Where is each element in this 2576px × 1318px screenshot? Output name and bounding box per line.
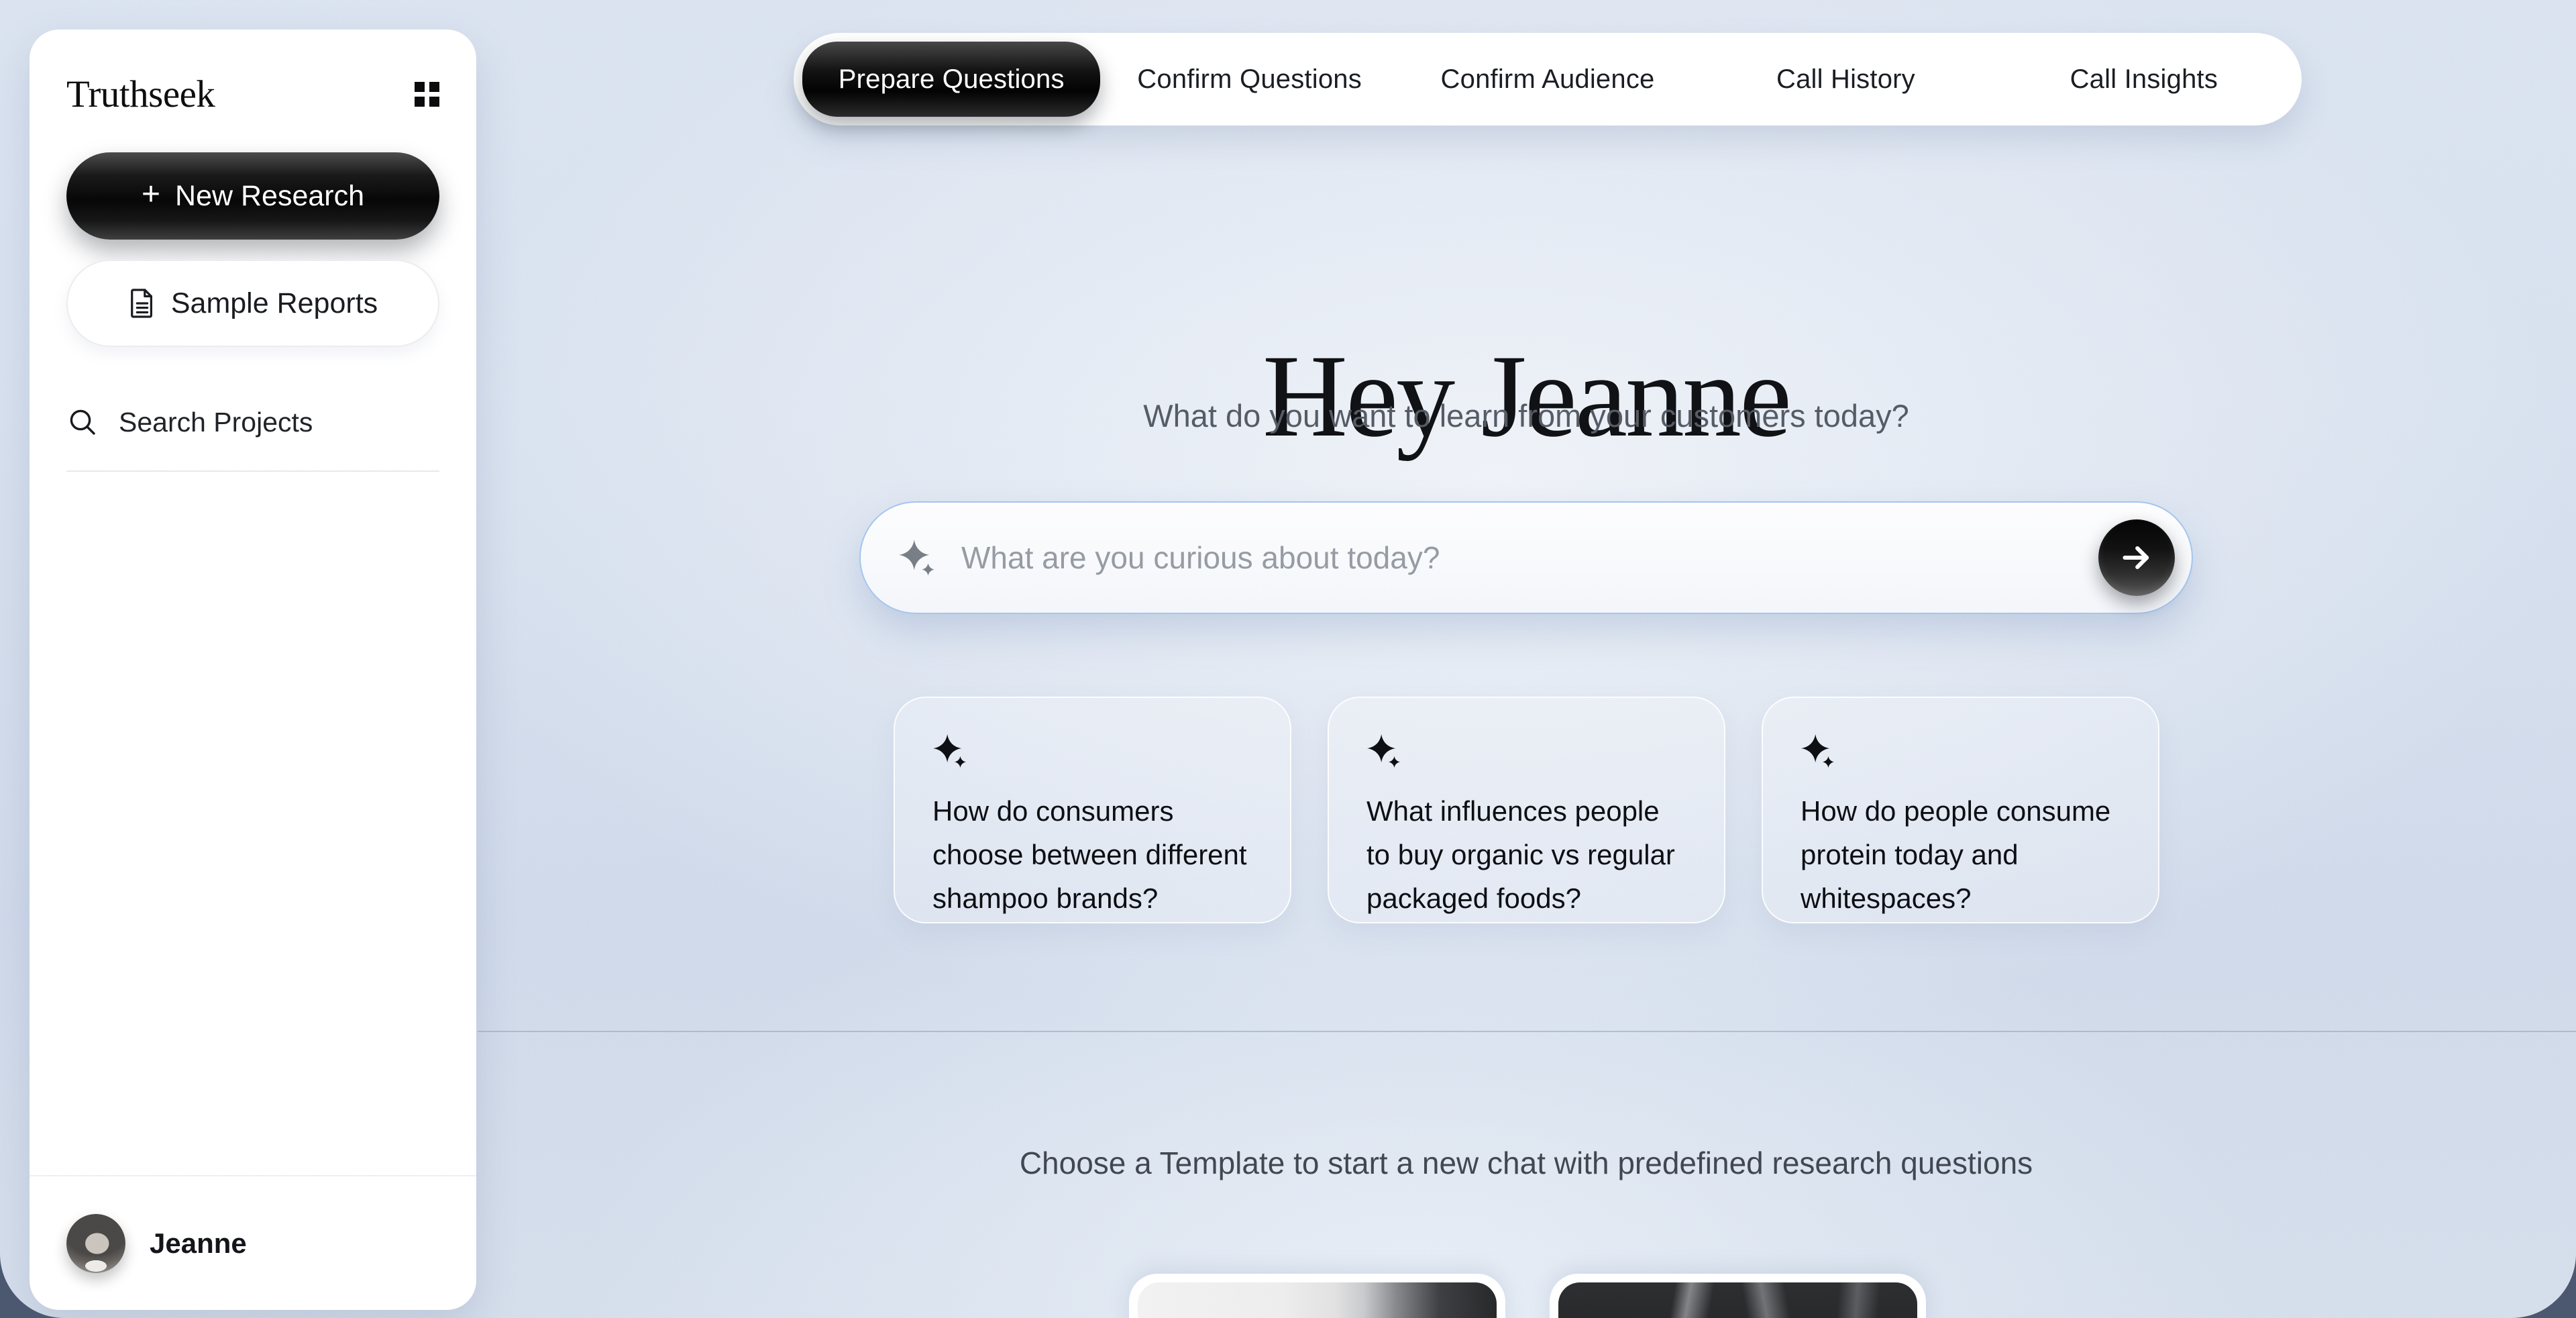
user-profile[interactable]: Jeanne: [30, 1175, 476, 1310]
grid-menu-icon[interactable]: [415, 82, 439, 107]
sample-reports-label: Sample Reports: [171, 287, 378, 320]
section-divider: [478, 1031, 2576, 1032]
suggestion-cards: How do consumers choose between differen…: [894, 697, 2159, 923]
app-canvas: Truthseek + New Research Sample Reports: [0, 0, 2576, 1318]
grid-dot: [429, 97, 439, 107]
sparkle-icon: [1801, 733, 1837, 769]
sidebar: Truthseek + New Research Sample Reports: [30, 30, 476, 1310]
search-projects-label: Search Projects: [119, 407, 313, 438]
user-name: Jeanne: [150, 1227, 247, 1260]
sparkle-icon: [932, 733, 969, 769]
app-logo: Truthseek: [66, 72, 215, 116]
template-image-shopper: [1138, 1282, 1497, 1318]
search-projects[interactable]: Search Projects: [66, 406, 439, 438]
submit-question-button[interactable]: [2098, 519, 2175, 596]
suggestion-text: How do consumers choose between differen…: [932, 789, 1252, 920]
template-card-2[interactable]: [1550, 1274, 1926, 1318]
sample-reports-button[interactable]: Sample Reports: [66, 260, 439, 347]
main-area: Hey Jeanne What do you want to learn fro…: [476, 0, 2576, 1318]
template-image-aisle: [1558, 1282, 1917, 1318]
grid-dot: [429, 82, 439, 92]
search-icon: [66, 406, 99, 438]
sidebar-spacer: [30, 472, 476, 1175]
templates-heading: Choose a Template to start a new chat wi…: [476, 1145, 2576, 1181]
new-research-button[interactable]: + New Research: [66, 152, 439, 240]
document-icon: [128, 288, 156, 319]
suggestion-card-shampoo[interactable]: How do consumers choose between differen…: [894, 697, 1291, 923]
new-research-label: New Research: [175, 180, 364, 213]
grid-dot: [415, 97, 425, 107]
suggestion-text: How do people consume protein today and …: [1801, 789, 2121, 920]
sparkle-icon: [898, 538, 937, 577]
user-avatar: [66, 1214, 125, 1273]
suggestion-card-organic-foods[interactable]: What influences people to buy organic vs…: [1328, 697, 1725, 923]
template-card-1[interactable]: [1129, 1274, 1505, 1318]
template-cards: [1129, 1274, 1926, 1318]
suggestion-card-protein[interactable]: How do people consume protein today and …: [1762, 697, 2159, 923]
greeting-subtitle: What do you want to learn from your cust…: [476, 397, 2576, 434]
research-question-input[interactable]: [960, 539, 2098, 576]
research-question-inputbar: [859, 501, 2193, 614]
grid-dot: [415, 82, 425, 92]
sparkle-icon: [1366, 733, 1403, 769]
sidebar-header: Truthseek: [66, 72, 439, 116]
suggestion-text: What influences people to buy organic vs…: [1366, 789, 1686, 920]
arrow-right-icon: [2118, 539, 2155, 576]
